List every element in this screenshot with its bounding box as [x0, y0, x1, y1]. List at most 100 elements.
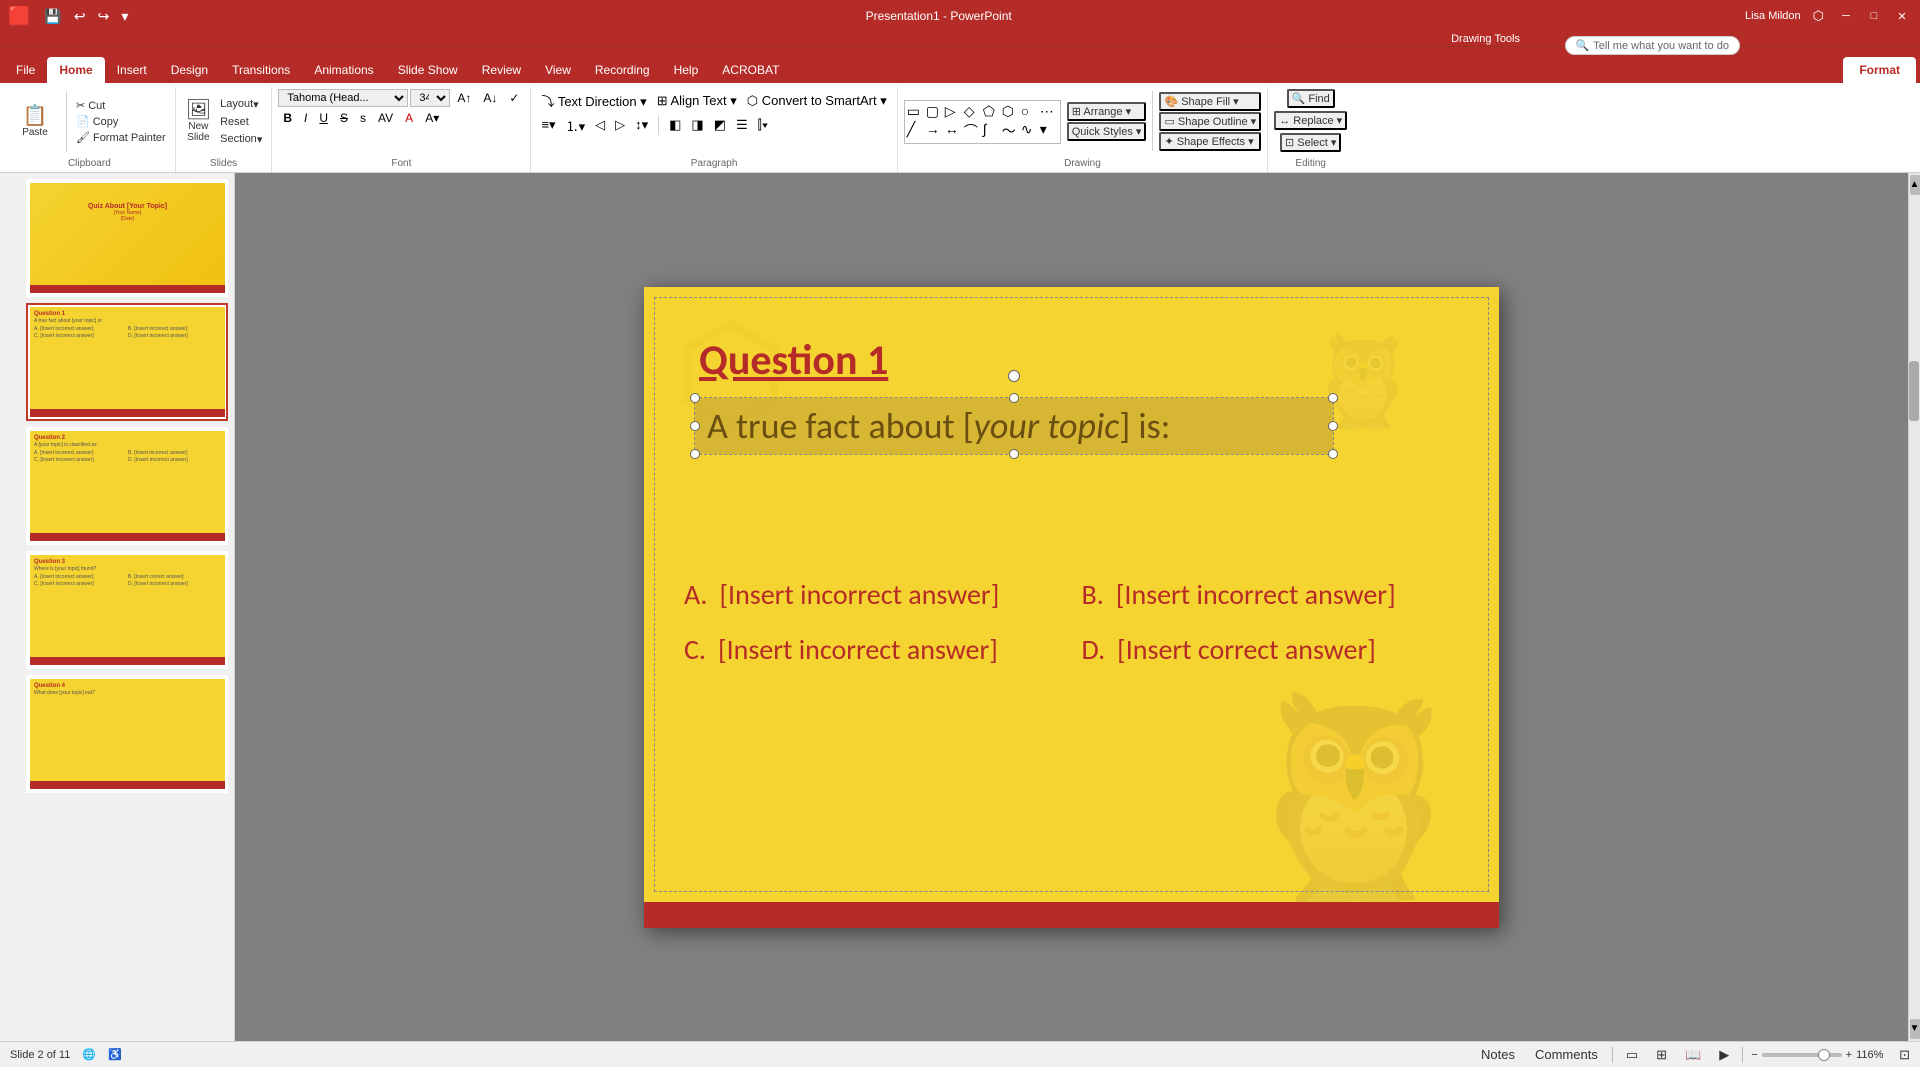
- align-text-button[interactable]: ⊞ Align Text ▾: [653, 91, 741, 111]
- redo-button[interactable]: ↪: [94, 6, 114, 27]
- tell-me-bar[interactable]: 🔍 Tell me what you want to do: [1565, 36, 1740, 55]
- language-btn[interactable]: 🌐: [82, 1048, 96, 1061]
- customize-button[interactable]: ▾: [117, 6, 132, 27]
- font-name-select[interactable]: Tahoma (Head...: [278, 89, 408, 107]
- align-center-button[interactable]: ◨: [687, 115, 707, 135]
- layout-button[interactable]: Layout ▾: [217, 97, 265, 112]
- fit-slide-btn[interactable]: ⊡: [1899, 1047, 1910, 1063]
- copy-button[interactable]: 📄 Copy: [73, 114, 169, 129]
- shape-rounded[interactable]: ▢: [926, 103, 944, 120]
- columns-button[interactable]: ⫿▾: [754, 115, 773, 135]
- new-slide-button[interactable]: 🖼 NewSlide: [182, 98, 215, 145]
- arrange-button[interactable]: ⊞ Arrange ▾: [1067, 102, 1147, 121]
- slide-thumb-3[interactable]: Question 2 A [your topic] is classified …: [26, 427, 228, 545]
- shape-free[interactable]: 〜: [1002, 121, 1020, 141]
- rotate-handle[interactable]: [1008, 370, 1020, 382]
- zoom-in-btn[interactable]: +: [1846, 1049, 1852, 1061]
- zoom-slider[interactable]: [1762, 1053, 1842, 1057]
- shape-diamond[interactable]: ◇: [964, 103, 982, 120]
- quick-styles-button[interactable]: Quick Styles ▾: [1067, 122, 1147, 141]
- shadow-button[interactable]: s: [355, 109, 371, 127]
- handle-mr[interactable]: [1328, 421, 1338, 431]
- shape-arc[interactable]: ⌒: [964, 121, 982, 141]
- tab-file[interactable]: File: [4, 57, 47, 83]
- tab-recording[interactable]: Recording: [583, 57, 662, 83]
- decrease-indent-button[interactable]: ◁: [591, 115, 609, 135]
- shape-line[interactable]: ╱: [907, 121, 925, 141]
- shape-circle[interactable]: ○: [1021, 103, 1039, 120]
- handle-bc[interactable]: [1009, 449, 1019, 459]
- close-button[interactable]: ✕: [1892, 6, 1912, 26]
- answer-c[interactable]: C. [Insert incorrect answer]: [684, 632, 1062, 667]
- question-title[interactable]: Question 1: [699, 335, 888, 386]
- handle-ml[interactable]: [690, 421, 700, 431]
- align-left-button[interactable]: ◧: [665, 115, 685, 135]
- increase-indent-button[interactable]: ▷: [611, 115, 629, 135]
- clear-formatting-button[interactable]: ✓: [504, 89, 524, 107]
- cut-button[interactable]: ✂ Cut: [73, 98, 169, 113]
- tab-view[interactable]: View: [533, 57, 583, 83]
- shape-scribble[interactable]: ∿: [1021, 121, 1039, 141]
- tab-insert[interactable]: Insert: [105, 57, 159, 83]
- shape-effects-button[interactable]: ✦ Shape Effects ▾: [1159, 132, 1261, 151]
- char-spacing-button[interactable]: AV: [373, 109, 398, 127]
- line-spacing-button[interactable]: ↕▾: [631, 115, 652, 135]
- increase-font-size-button[interactable]: A↑: [452, 89, 476, 107]
- reading-view-btn[interactable]: 📖: [1680, 1045, 1706, 1065]
- tab-acrobat[interactable]: ACROBAT: [710, 57, 791, 83]
- shape-outline-button[interactable]: ▭ Shape Outline ▾: [1159, 112, 1261, 131]
- tab-design[interactable]: Design: [159, 57, 220, 83]
- save-button[interactable]: 💾: [40, 6, 65, 27]
- reset-button[interactable]: Reset: [217, 115, 265, 129]
- handle-tr[interactable]: [1328, 393, 1338, 403]
- text-direction-button[interactable]: ⤵ Text Direction ▾: [537, 89, 650, 112]
- answer-d[interactable]: D. [Insert correct answer]: [1082, 632, 1460, 667]
- share-icon[interactable]: ⬡: [1813, 8, 1824, 24]
- minimize-button[interactable]: ─: [1836, 6, 1856, 26]
- shape-curve[interactable]: ∫: [983, 121, 1001, 141]
- replace-button[interactable]: ↔ Replace ▾: [1274, 111, 1347, 130]
- strikethrough-button[interactable]: S: [335, 109, 353, 127]
- convert-smartart-button[interactable]: ⬡ Convert to SmartArt ▾: [743, 91, 891, 111]
- shape-hex[interactable]: ⬡: [1002, 103, 1020, 120]
- normal-view-btn[interactable]: ▭: [1621, 1045, 1643, 1065]
- shape-snip[interactable]: ▷: [945, 103, 963, 120]
- comments-button[interactable]: Comments: [1529, 1045, 1604, 1064]
- shape-rect[interactable]: ▭: [907, 103, 925, 120]
- slide-sorter-btn[interactable]: ⊞: [1651, 1045, 1672, 1065]
- maximize-button[interactable]: □: [1864, 6, 1884, 26]
- slide-canvas[interactable]: 🦉 ⬡ 🦉 Question 1: [644, 287, 1499, 928]
- answer-a[interactable]: A. [Insert incorrect answer]: [684, 577, 1062, 612]
- tab-review[interactable]: Review: [470, 57, 533, 83]
- handle-br[interactable]: [1328, 449, 1338, 459]
- bold-button[interactable]: B: [278, 109, 297, 127]
- shape-fill-button[interactable]: 🎨 Shape Fill ▾: [1159, 92, 1261, 111]
- highlight-button[interactable]: A▾: [420, 109, 444, 127]
- handle-bl[interactable]: [690, 449, 700, 459]
- tab-transitions[interactable]: Transitions: [220, 57, 302, 83]
- question-subtitle-text[interactable]: A true fact about [your topic] is:: [695, 398, 1333, 454]
- section-button[interactable]: Section ▾: [217, 132, 265, 147]
- tab-slideshow[interactable]: Slide Show: [386, 57, 470, 83]
- shape-more[interactable]: ⋯: [1040, 103, 1058, 120]
- italic-button[interactable]: I: [299, 109, 312, 127]
- tab-home[interactable]: Home: [47, 57, 104, 83]
- decrease-font-size-button[interactable]: A↓: [478, 89, 502, 107]
- scroll-thumb[interactable]: [1909, 361, 1919, 421]
- handle-tl[interactable]: [690, 393, 700, 403]
- tab-format[interactable]: Format: [1843, 57, 1916, 83]
- select-button[interactable]: ⊡ Select ▾: [1280, 133, 1341, 152]
- accessibility-btn[interactable]: ♿: [108, 1048, 122, 1061]
- slide-thumb-1[interactable]: Quiz About [Your Topic] [Your Name] [Dat…: [26, 179, 228, 297]
- scroll-up-btn[interactable]: ▲: [1910, 175, 1920, 195]
- shape-more2[interactable]: ▾: [1040, 121, 1058, 141]
- scroll-down-btn[interactable]: ▼: [1910, 1019, 1920, 1039]
- slide-thumb-4[interactable]: Question 3 Where is [your topic] found? …: [26, 551, 228, 669]
- font-color-button[interactable]: A: [400, 109, 418, 127]
- tab-animations[interactable]: Animations: [302, 57, 385, 83]
- format-painter-button[interactable]: 🖌 Format Painter: [73, 130, 169, 145]
- underline-button[interactable]: U: [314, 109, 333, 127]
- find-button[interactable]: 🔍 Find: [1287, 89, 1335, 108]
- zoom-thumb[interactable]: [1818, 1049, 1830, 1061]
- notes-button[interactable]: Notes: [1475, 1045, 1521, 1064]
